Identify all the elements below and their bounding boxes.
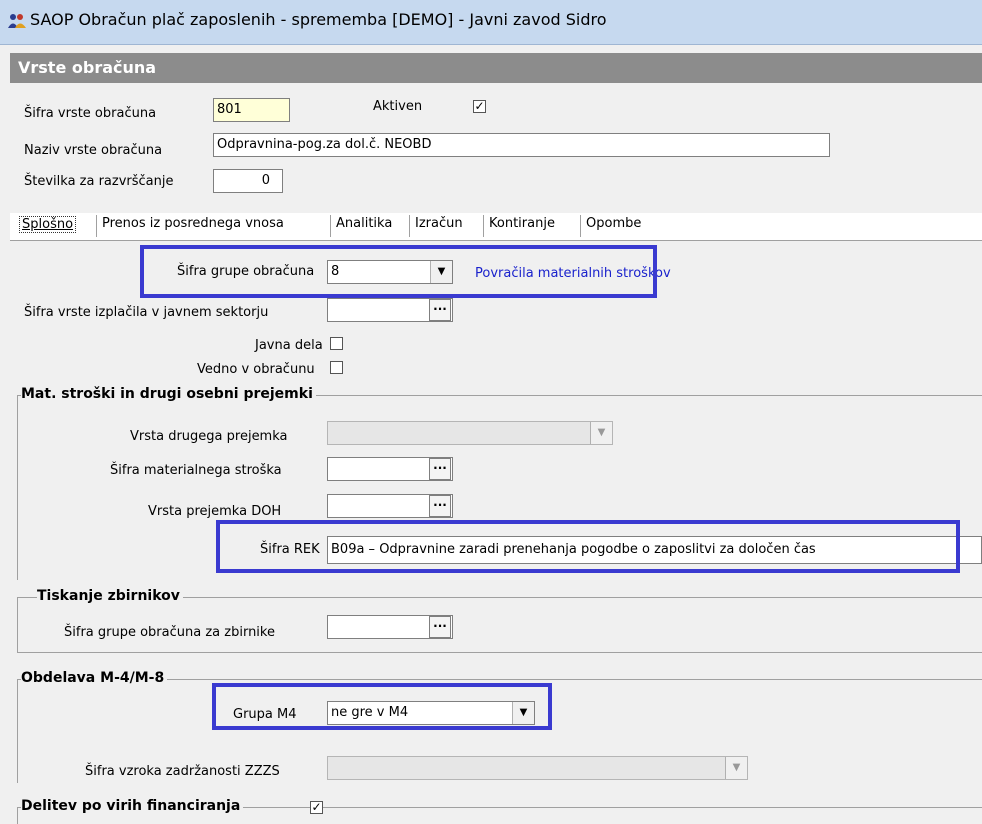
javna-dela-checkbox[interactable]: [330, 337, 343, 350]
vrsta-drugega-select[interactable]: ▼: [327, 421, 613, 445]
aktiven-checkbox[interactable]: ✓: [473, 100, 486, 113]
app-people-icon: [8, 14, 26, 28]
izplacilo-ellipsis-icon[interactable]: ···: [429, 299, 451, 321]
tab-separator: [330, 215, 331, 237]
delitev-checkbox[interactable]: ✓: [310, 801, 323, 814]
stevilka-label: Številka za razvrščanje: [24, 174, 174, 189]
naziv-label: Naziv vrste obračuna: [24, 143, 163, 158]
vzrok-zzzs-label: Šifra vzroka zadržanosti ZZZS: [85, 764, 280, 779]
sifra-mat-ellipsis-icon[interactable]: ···: [429, 458, 451, 480]
tab-splosno[interactable]: Splošno: [19, 216, 77, 233]
grupa-zbirnike-label: Šifra grupe obračuna za zbirnike: [64, 625, 275, 640]
grupa-zbirnike-ellipsis-icon[interactable]: ···: [429, 616, 451, 638]
tab-kontiranje[interactable]: Kontiranje: [489, 216, 555, 231]
tab-prenos[interactable]: Prenos iz posrednega vnosa: [102, 216, 284, 231]
tab-opombe[interactable]: Opombe: [586, 216, 641, 231]
group-border: [17, 807, 18, 824]
obdelava-title: Obdelava M-4/M-8: [21, 670, 168, 686]
aktiven-label: Aktiven: [373, 99, 423, 114]
tab-separator: [96, 215, 97, 237]
vzrok-zzzs-select[interactable]: ▼: [327, 756, 748, 780]
vedno-label: Vedno v obračunu: [197, 362, 315, 377]
delitev-title: Delitev po virih financiranja: [21, 798, 244, 814]
tab-separator: [580, 215, 581, 237]
highlight-box-rek: [216, 520, 960, 573]
group-border: [17, 652, 982, 653]
group-border: [17, 679, 18, 783]
chevron-down-icon[interactable]: ▼: [590, 422, 612, 444]
group-border: [17, 597, 18, 652]
vrsta-drugega-label: Vrsta drugega prejemka: [130, 429, 288, 444]
tab-separator: [483, 215, 484, 237]
vrsta-doh-ellipsis-icon[interactable]: ···: [429, 495, 451, 517]
mat-stroski-title: Mat. stroški in drugi osebni prejemki: [21, 386, 316, 402]
chevron-down-icon[interactable]: ▼: [725, 757, 747, 779]
stevilka-input[interactable]: 0: [213, 169, 283, 193]
izplacilo-label: Šifra vrste izplačila v javnem sektorju: [24, 305, 269, 320]
highlight-box-m4: [212, 683, 552, 730]
panel-title: Vrste obračuna: [10, 53, 982, 83]
javna-dela-label: Javna dela: [255, 338, 323, 353]
vedno-checkbox[interactable]: [330, 361, 343, 374]
sifra-vrste-label: Šifra vrste obračuna: [24, 106, 157, 121]
tiskanje-title: Tiskanje zbirnikov: [37, 588, 183, 604]
naziv-input[interactable]: Odpravnina-pog.za dol.č. NEOBD: [213, 133, 830, 157]
tab-analitika[interactable]: Analitika: [336, 216, 392, 231]
group-border: [17, 395, 18, 580]
highlight-box-grupa: [140, 245, 657, 298]
sifra-vrste-input[interactable]: 801: [213, 98, 290, 122]
window-title: SAOP Obračun plač zaposlenih - sprememba…: [30, 10, 607, 29]
tab-izracun[interactable]: Izračun: [415, 216, 463, 231]
tab-separator: [409, 215, 410, 237]
sifra-mat-label: Šifra materialnega stroška: [110, 463, 282, 478]
vrsta-doh-label: Vrsta prejemka DOH: [148, 504, 282, 519]
